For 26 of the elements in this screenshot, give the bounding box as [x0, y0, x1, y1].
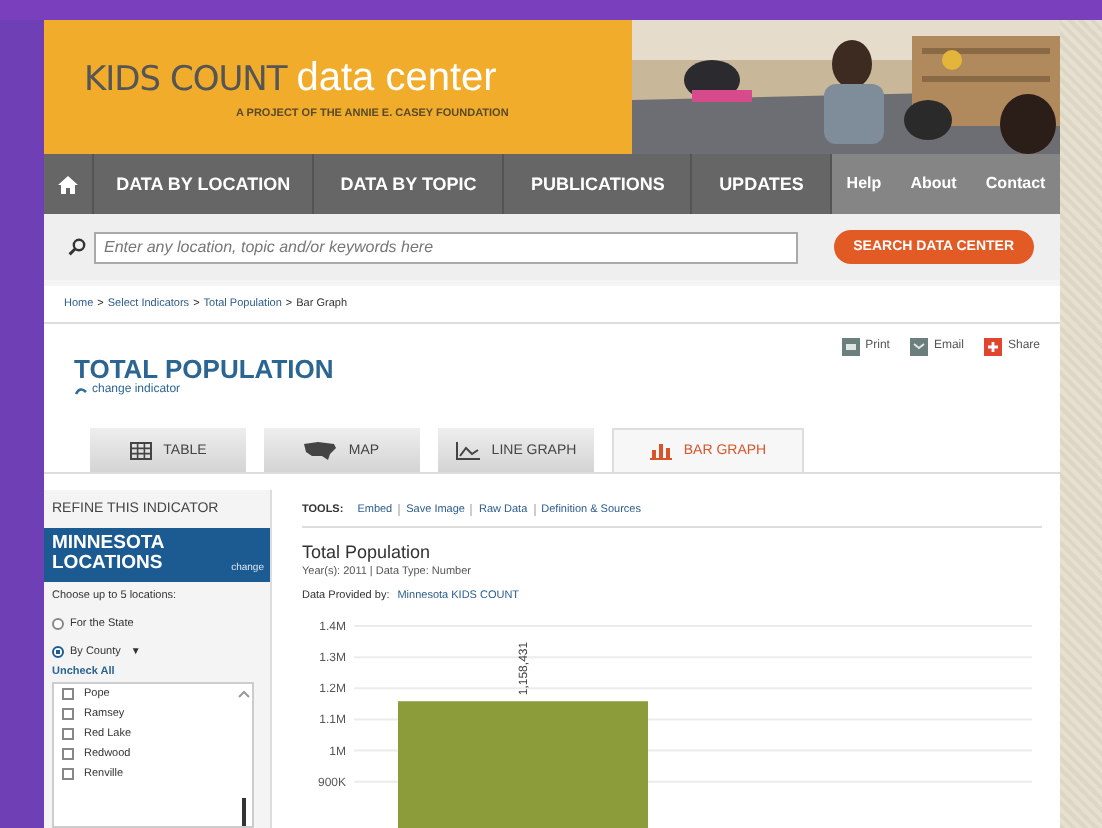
search-icon: [68, 238, 86, 256]
search-field[interactable]: Enter any location, topic and/or keywords here: [94, 231, 798, 263]
nav-link[interactable]: Help: [842, 172, 886, 196]
radio-button[interactable]: [52, 617, 64, 630]
checkbox[interactable]: [62, 767, 74, 780]
nav-link[interactable]: About: [906, 172, 961, 196]
printer-icon: [841, 337, 860, 355]
bar-chart-icon: [649, 442, 672, 460]
plus-icon: [983, 337, 1002, 355]
radio-button[interactable]: [52, 645, 64, 658]
logo-primary: KIDS COUNT: [84, 59, 287, 99]
map-icon: [304, 441, 337, 459]
checkbox[interactable]: [62, 727, 74, 740]
home-icon: [58, 175, 78, 193]
line-chart-icon: [455, 441, 480, 459]
indicator-title: TOTAL POPULATION: [74, 354, 334, 384]
nav-link[interactable]: Contact: [981, 172, 1050, 196]
checkbox[interactable]: [62, 707, 74, 720]
checkbox[interactable]: [62, 747, 74, 760]
scroll-up-icon: [238, 689, 250, 698]
envelope-icon: [909, 337, 928, 355]
checkbox[interactable]: [62, 687, 74, 700]
logo-secondary: data center: [296, 55, 497, 101]
location-title: MINNESOTA LOCATIONS: [52, 534, 166, 574]
dataset-title: Total Population: [302, 542, 433, 562]
grid-icon: [129, 441, 152, 459]
